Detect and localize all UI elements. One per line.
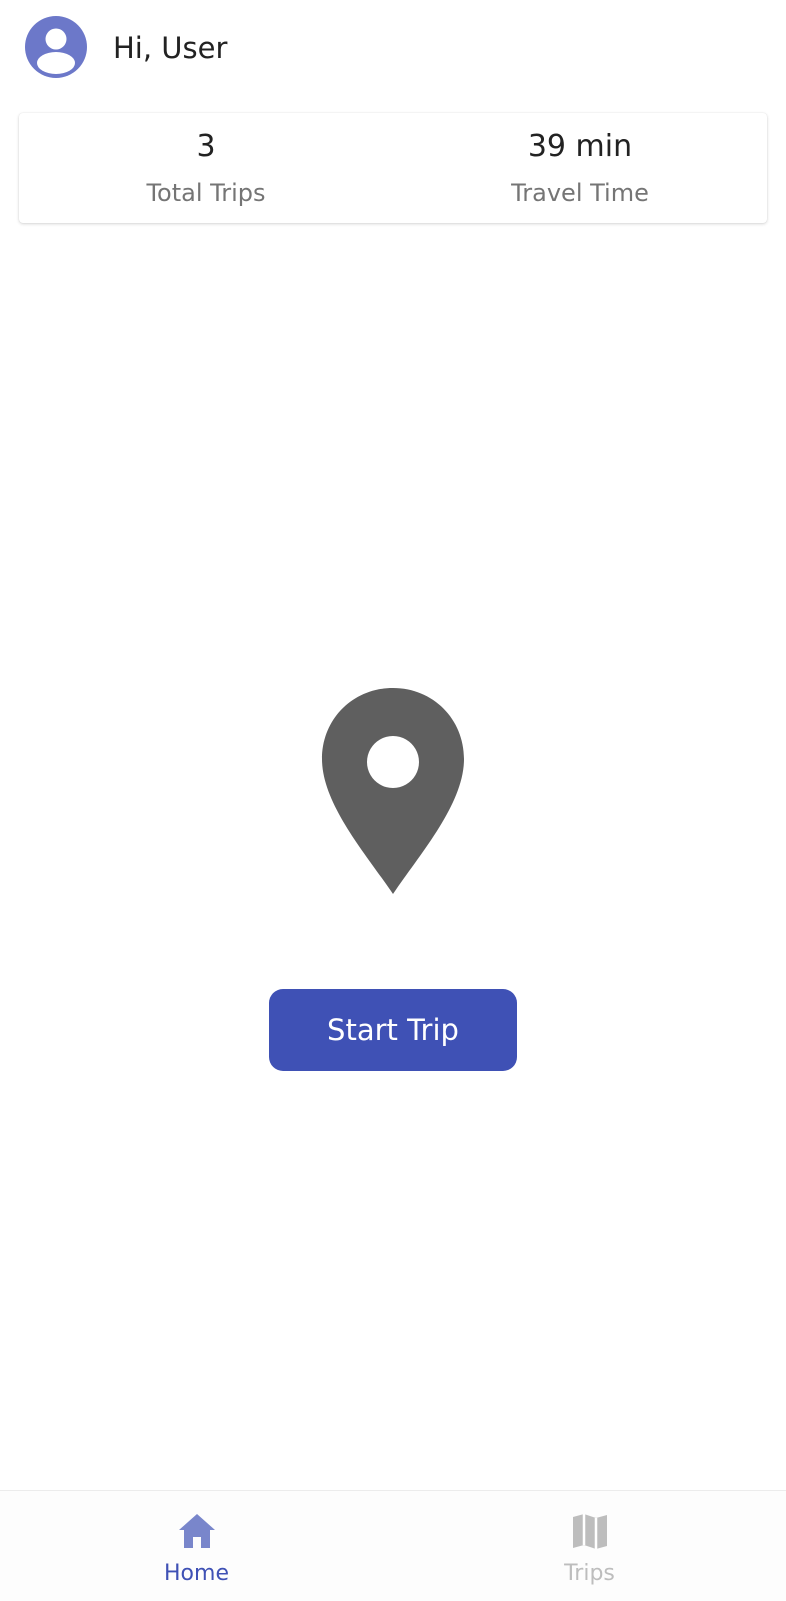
- nav-item-trips[interactable]: Trips: [393, 1491, 786, 1601]
- app-header: Hi, User: [0, 0, 786, 100]
- stats-card: 3 Total Trips 39 min Travel Time: [19, 113, 767, 223]
- home-icon: [177, 1511, 217, 1551]
- stat-value: 3: [196, 129, 216, 164]
- account-circle-icon[interactable]: [25, 16, 87, 78]
- location-pin-icon: [320, 686, 466, 896]
- bottom-navigation: Home Trips: [0, 1490, 786, 1601]
- nav-label-trips: Trips: [564, 1561, 615, 1586]
- stat-travel-time: 39 min Travel Time: [393, 113, 767, 223]
- stat-value: 39 min: [527, 129, 633, 164]
- stat-total-trips: 3 Total Trips: [19, 113, 393, 223]
- nav-label-home: Home: [164, 1561, 229, 1586]
- greeting-text: Hi, User: [113, 31, 228, 65]
- start-trip-button[interactable]: Start Trip: [269, 989, 517, 1071]
- stat-label: Travel Time: [511, 179, 649, 207]
- map-icon: [570, 1511, 610, 1551]
- stat-label: Total Trips: [146, 179, 266, 207]
- nav-item-home[interactable]: Home: [0, 1491, 393, 1601]
